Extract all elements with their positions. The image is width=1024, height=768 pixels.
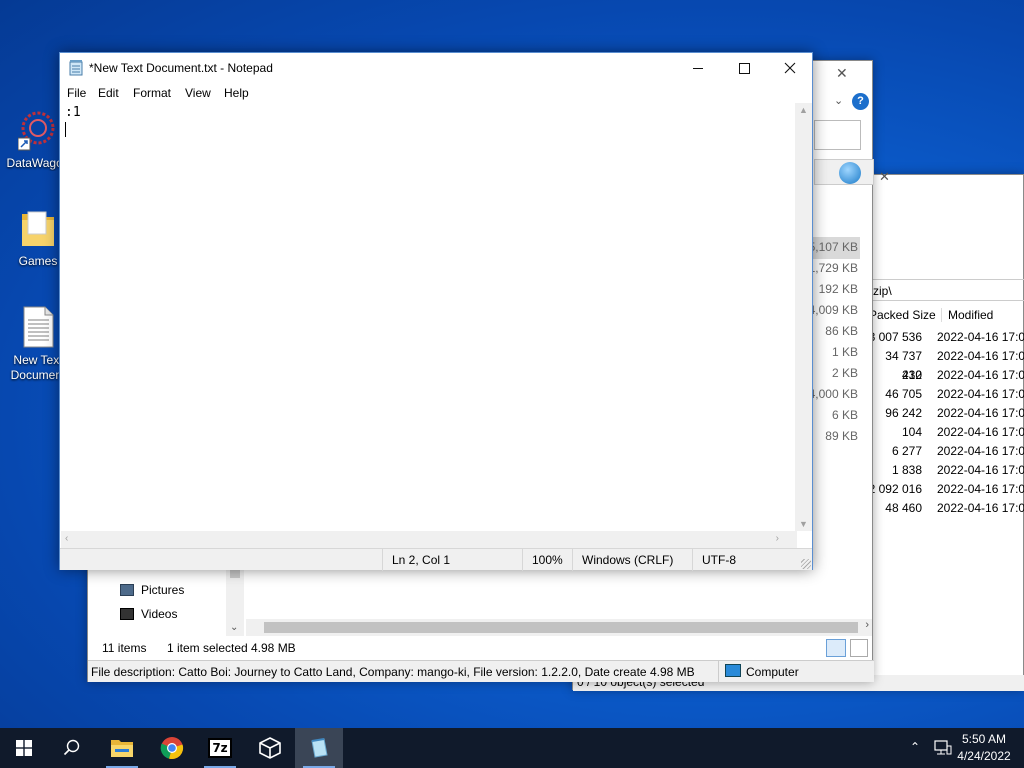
navigation-scrollbar[interactable]: ⌄	[226, 570, 244, 636]
table-row[interactable]: 2 092 016 2022-04-16 17:04	[869, 480, 1024, 499]
notepad-app-icon	[69, 60, 84, 76]
close-button[interactable]	[767, 53, 813, 83]
explorer-horizontal-scrollbar[interactable]: ›	[246, 619, 872, 636]
table-row[interactable]: 1 838 2022-04-16 17:04	[869, 461, 1024, 480]
scroll-left-icon[interactable]: ‹	[65, 533, 68, 544]
scroll-up-icon[interactable]: ▲	[799, 105, 808, 115]
videos-icon	[120, 608, 134, 620]
start-button[interactable]	[0, 728, 48, 768]
table-row[interactable]: 48 460 2022-04-16 17:04	[869, 499, 1024, 518]
maximize-button[interactable]	[721, 53, 767, 83]
notepad-statusbar: Ln 2, Col 1 100% Windows (CRLF) UTF-8	[60, 548, 812, 571]
table-row[interactable]: 104 2022-04-16 17:04	[869, 423, 1024, 442]
minimize-button[interactable]	[675, 53, 721, 83]
taskbar-file-explorer[interactable]	[98, 728, 146, 768]
status-line-ending: Windows (CRLF)	[572, 549, 692, 571]
start-icon	[16, 740, 32, 756]
explorer-toolbar-strip	[814, 159, 874, 185]
explorer-expand-chevron[interactable]: ⌄	[834, 94, 843, 107]
explorer-close-button[interactable]: ✕	[836, 65, 860, 85]
notepad-title-bar[interactable]: *New Text Document.txt - Notepad	[60, 53, 812, 83]
taskbar-notepad[interactable]	[295, 728, 343, 768]
column-modified[interactable]: Modified	[941, 308, 993, 322]
details-view-icon[interactable]	[826, 639, 846, 657]
folder-icon	[18, 206, 58, 250]
close-icon	[784, 62, 796, 74]
menu-format[interactable]: Format	[133, 86, 171, 100]
system-clock[interactable]: 5:50 AM 4/24/2022	[954, 731, 1014, 765]
scroll-right-icon[interactable]: ›	[776, 533, 779, 544]
search-icon	[63, 739, 80, 756]
sevenzip-close-button[interactable]: ✕	[879, 169, 909, 189]
status-encoding: UTF-8	[692, 549, 812, 571]
cube-app-icon	[259, 737, 281, 759]
table-row[interactable]: 3 007 536 2022-04-16 17:04	[869, 328, 1024, 347]
horizontal-scrollbar[interactable]: ‹ ›	[61, 531, 797, 548]
item-count: 11 items	[102, 641, 147, 655]
file-info-text: File description: Catto Boi: Journey to …	[91, 665, 695, 679]
text-cursor	[65, 122, 66, 137]
clock-time: 5:50 AM	[961, 732, 1007, 746]
table-row[interactable]: 430 2022-04-16 17:04	[869, 366, 1024, 385]
status-position: Ln 2, Col 1	[382, 549, 522, 571]
table-row[interactable]: 96 242 2022-04-16 17:04	[869, 404, 1024, 423]
datawagon-icon	[17, 108, 58, 152]
app-globe-icon[interactable]	[839, 162, 861, 184]
show-hidden-icons-button[interactable]: ⌃	[910, 740, 920, 754]
minimize-icon	[692, 67, 703, 69]
window-title: *New Text Document.txt - Notepad	[89, 61, 273, 75]
vertical-scrollbar[interactable]: ▲ ▼	[795, 103, 812, 531]
taskbar-cube-app[interactable]	[246, 728, 294, 768]
selected-count: 1 item selected	[167, 641, 248, 655]
table-row[interactable]: 46 705 2022-04-16 17:04	[869, 385, 1024, 404]
notepad-icon	[311, 738, 328, 758]
network-icon[interactable]	[934, 740, 952, 755]
selected-size: 4.98 MB	[251, 641, 296, 655]
large-icons-view-icon[interactable]	[850, 639, 868, 657]
taskbar-7zip[interactable]: 7z	[196, 728, 244, 768]
editor-line: :1	[65, 105, 81, 120]
taskbar-chrome[interactable]	[148, 728, 196, 768]
scroll-down-icon[interactable]: ▼	[799, 519, 808, 529]
scroll-right-icon[interactable]: ›	[865, 619, 869, 631]
computer-icon	[725, 664, 741, 677]
scroll-down-icon[interactable]: ⌄	[230, 622, 238, 633]
notepad-window: *New Text Document.txt - Notepad File Ed…	[59, 52, 813, 571]
menu-bar: File Edit Format View Help	[60, 83, 812, 103]
7zip-icon: 7z	[208, 738, 232, 758]
info-location: Computer	[746, 665, 799, 679]
maximize-icon	[738, 62, 750, 74]
resize-grip-icon[interactable]	[801, 559, 811, 569]
explorer-info-bar: File description: Catto Boi: Journey to …	[88, 660, 874, 683]
sevenzip-path: zip\	[873, 284, 892, 298]
chrome-icon	[160, 737, 184, 760]
menu-edit[interactable]: Edit	[98, 86, 119, 100]
search-button[interactable]	[48, 728, 96, 768]
menu-view[interactable]: View	[185, 86, 211, 100]
status-zoom: 100%	[522, 549, 572, 571]
table-row[interactable]: 34 737 212 2022-04-16 17:04	[869, 347, 1024, 382]
clock-date: 4/24/2022	[957, 749, 1011, 763]
column-packed-size[interactable]: Packed Size	[869, 308, 936, 322]
explorer-search-input[interactable]	[814, 120, 861, 150]
menu-help[interactable]: Help	[224, 86, 249, 100]
file-explorer-icon	[111, 740, 133, 757]
menu-file[interactable]: File	[67, 86, 86, 100]
taskbar: 7z ⌃ 5:50 AM 4/24/2022	[0, 728, 1024, 768]
table-row[interactable]: 6 277 2022-04-16 17:04	[869, 442, 1024, 461]
pictures-icon	[120, 584, 134, 596]
text-file-icon	[18, 305, 58, 349]
navigation-pane: Pictures Videos	[88, 561, 244, 636]
help-icon[interactable]: ?	[852, 93, 869, 110]
text-editor[interactable]: :1	[61, 103, 797, 531]
explorer-statusbar: 11 items 1 item selected 4.98 MB	[88, 636, 874, 660]
